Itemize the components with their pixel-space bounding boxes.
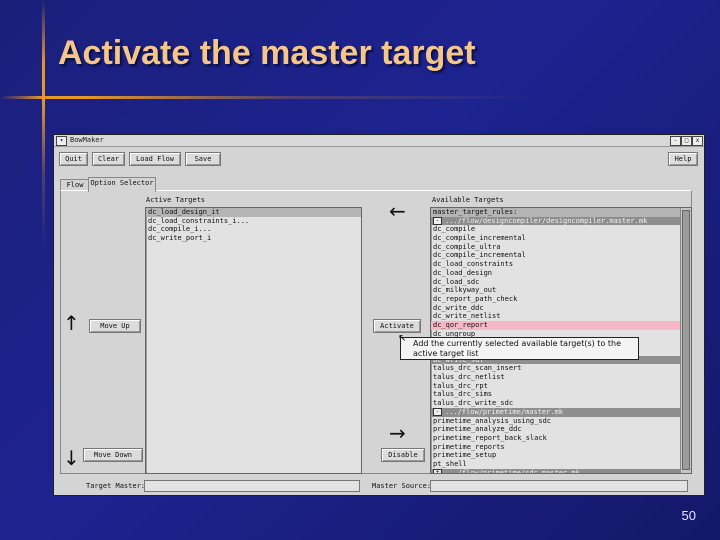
available-target-label: dc_write_ddc (433, 303, 484, 312)
available-target-label: .../flow/primetime/sdc_master.mk (445, 468, 580, 474)
up-arrow-icon: ↑ (63, 311, 80, 335)
minimize-icon[interactable]: - (670, 136, 681, 146)
active-target-item[interactable]: dc_write_port_i (146, 234, 361, 243)
master-source-field[interactable] (430, 480, 688, 492)
available-target-item[interactable]: primetime_setup (431, 451, 691, 460)
left-arrow-icon: ← (389, 199, 406, 223)
available-target-label: primetime_analyze_ddc (433, 425, 522, 434)
down-arrow-icon: ↓ (63, 446, 80, 470)
active-target-item[interactable]: dc_load_constraints_i... (146, 217, 361, 226)
available-target-item[interactable]: dc_milkyway_out (431, 286, 691, 295)
available-target-item[interactable]: dc_load_constraints (431, 260, 691, 269)
target-master-field[interactable] (144, 480, 360, 492)
scrollbar-thumb[interactable] (682, 210, 690, 470)
available-target-label: talus_drc_sims (433, 390, 493, 399)
available-target-item[interactable]: talus_drc_scan_insert (431, 364, 691, 373)
tooltip-text: Add the currently selected available tar… (413, 339, 622, 358)
available-target-label: talus_drc_netlist (433, 373, 505, 382)
available-target-item[interactable]: dc_write_netlist (431, 312, 691, 321)
available-target-label: dc_load_design (433, 268, 493, 277)
available-target-group[interactable]: - .../flow/primetime/master.mk (431, 407, 691, 417)
target-master-label: Target Master: (86, 482, 146, 490)
available-target-label: dc_compile_incremental (433, 234, 526, 243)
available-target-item[interactable]: dc_qor_report (431, 320, 691, 330)
app-window: ▾ BowMaker - □ x Quit Clear Load Flow Sa… (53, 134, 705, 496)
window-titlebar[interactable]: ▾ BowMaker - □ x (54, 135, 704, 147)
decor-vertical-line (42, 0, 45, 250)
available-target-label: dc_compile_incremental (433, 251, 526, 260)
available-targets-scrollbar[interactable] (680, 208, 691, 473)
save-button[interactable]: Save (185, 152, 221, 166)
available-target-item[interactable]: primetime_report_back_slack (431, 434, 691, 443)
close-icon[interactable]: x (692, 136, 703, 146)
available-target-label: dc_qor_report (433, 320, 488, 329)
available-target-item[interactable]: dc_compile (431, 225, 691, 234)
available-target-item[interactable]: dc_load_sdc (431, 278, 691, 287)
collapse-icon[interactable]: - (433, 407, 442, 416)
activate-tooltip: Add the currently selected available tar… (400, 337, 639, 360)
disable-button[interactable]: Disable (381, 448, 425, 462)
available-target-group[interactable]: - .../flow/designcompiler/designcompiler.… (431, 216, 691, 226)
available-target-label: primetime_report_back_slack (433, 433, 547, 442)
available-target-label: primetime_analysis_using_sdc (433, 416, 552, 425)
available-target-item[interactable]: dc_compile_incremental (431, 234, 691, 243)
available-target-item[interactable]: dc_write_ddc (431, 304, 691, 313)
slide-number: 50 (681, 508, 696, 523)
collapse-icon[interactable]: - (433, 216, 442, 225)
available-target-label: master_target_rules: (433, 208, 518, 216)
available-target-item[interactable]: dc_compile_incremental (431, 251, 691, 260)
available-target-label: primetime_reports (433, 442, 505, 451)
available-target-item[interactable]: dc_report_path_check (431, 295, 691, 304)
available-target-label: dc_compile_ultra (433, 242, 501, 251)
available-target-item[interactable]: talus_drc_sims (431, 390, 691, 399)
window-title: BowMaker (70, 136, 104, 144)
activate-button[interactable]: Activate (373, 319, 421, 333)
available-target-item[interactable]: dc_load_design (431, 269, 691, 278)
available-target-item[interactable]: dc_compile_ultra (431, 243, 691, 252)
active-target-item[interactable]: dc_load_design_it (146, 208, 361, 217)
available-target-label: dc_write_netlist (433, 312, 501, 321)
available-target-item[interactable]: pt_shell (431, 460, 691, 469)
master-source-label: Master Source: (372, 482, 432, 490)
clear-button[interactable]: Clear (92, 152, 125, 166)
available-target-label: dc_report_path_check (433, 294, 518, 303)
tab-option-selector[interactable]: Option Selector (88, 177, 156, 192)
available-target-item[interactable]: talus_drc_rpt (431, 382, 691, 391)
available-target-item[interactable]: primetime_analysis_using_sdc (431, 417, 691, 426)
available-target-item[interactable]: talus_drc_write_sdc (431, 399, 691, 408)
active-target-item[interactable]: dc_compile_i... (146, 225, 361, 234)
slide-title: Activate the master target (58, 34, 476, 72)
move-up-button[interactable]: Move Up (89, 319, 141, 333)
available-target-group[interactable]: + .../flow/primetime/sdc_master.mk (431, 468, 691, 474)
available-target-label: dc_load_constraints (433, 260, 514, 269)
available-target-item[interactable]: primetime_analyze_ddc (431, 425, 691, 434)
move-down-button[interactable]: Move Down (83, 448, 143, 462)
expand-icon[interactable]: + (433, 468, 442, 473)
maximize-icon[interactable]: □ (681, 136, 692, 146)
mouse-cursor-icon: ↖ (398, 333, 407, 344)
available-targets-label: Available Targets (432, 196, 504, 204)
available-target-item[interactable]: primetime_reports (431, 443, 691, 452)
available-target-label: .../flow/primetime/master.mk (445, 407, 564, 416)
available-target-item[interactable]: master_target_rules: (431, 208, 691, 217)
available-target-item[interactable]: talus_drc_netlist (431, 373, 691, 382)
help-button[interactable]: Help (668, 152, 698, 166)
option-selector-panel: Active Targets dc_load_design_it dc_load_… (60, 190, 692, 474)
active-targets-list[interactable]: dc_load_design_it dc_load_constraints_i..… (145, 207, 362, 474)
available-target-label: talus_drc_rpt (433, 381, 488, 390)
load-flow-button[interactable]: Load Flow (129, 152, 181, 166)
available-target-label: dc_compile (433, 225, 476, 234)
quit-button[interactable]: Quit (59, 152, 88, 166)
available-target-label: talus_drc_write_sdc (433, 399, 514, 408)
available-target-label: .../flow/designcompiler/designcompiler.m… (445, 216, 648, 225)
decor-horizontal-line (0, 96, 720, 99)
available-target-label: pt_shell (433, 459, 467, 468)
available-target-label: talus_drc_scan_insert (433, 364, 522, 373)
available-target-label: primetime_setup (433, 451, 497, 460)
available-target-label: dc_milkyway_out (433, 286, 497, 295)
right-arrow-icon: → (389, 421, 406, 445)
active-targets-label: Active Targets (146, 196, 206, 204)
window-menu-icon[interactable]: ▾ (56, 136, 67, 146)
available-target-label: dc_load_sdc (433, 277, 480, 286)
